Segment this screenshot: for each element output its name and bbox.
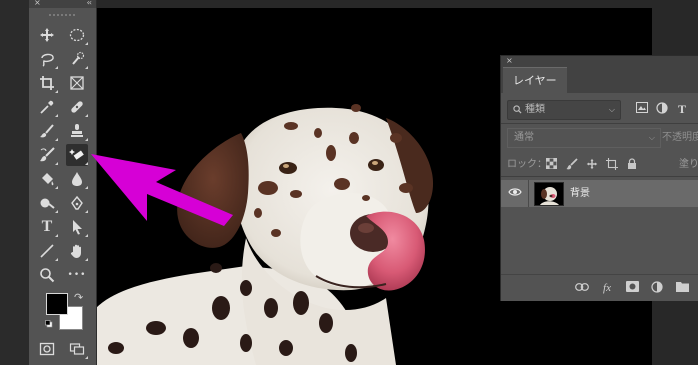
eyedropper-tool[interactable] xyxy=(36,96,58,118)
hand-tool[interactable] xyxy=(66,240,88,262)
default-colors-icon[interactable] xyxy=(45,320,53,328)
blend-mode-row: 通常 ⌵ 不透明度 xyxy=(501,128,698,150)
folder-icon[interactable] xyxy=(675,281,689,295)
quick-mask-button[interactable] xyxy=(36,338,58,360)
brush-tool[interactable] xyxy=(36,120,58,142)
type-icon: T xyxy=(41,218,53,235)
adjustment-filter-icon[interactable] xyxy=(655,102,669,116)
blend-mode-select[interactable]: 通常 ⌵ xyxy=(507,128,661,148)
blur-icon xyxy=(72,172,82,186)
marquee-ellipse-icon xyxy=(69,28,85,42)
link-icon[interactable] xyxy=(575,281,589,295)
layer-filter-select[interactable]: 種類 ⌵ xyxy=(507,100,621,120)
collapse-icon[interactable]: ‹‹ xyxy=(87,0,93,7)
lasso-icon xyxy=(41,53,54,67)
layers-panel: × レイヤー 種類 ⌵ T 通常 ⌵ 不透明度 ロック： 塗り 背景 fx xyxy=(500,55,698,301)
layer-thumbnail xyxy=(534,182,564,206)
crop-icon xyxy=(40,76,54,90)
layers-panel-header: × xyxy=(501,56,698,65)
layer-filter-value: 種類 xyxy=(525,104,545,115)
line-icon xyxy=(40,244,54,258)
frame-icon xyxy=(70,76,84,90)
layer-name: 背景 xyxy=(570,188,590,199)
lock-position-icon[interactable] xyxy=(585,158,599,172)
screen-mode-icon xyxy=(69,343,85,355)
history-brush-icon xyxy=(40,147,55,162)
foreground-color-swatch[interactable] xyxy=(46,293,68,315)
blend-mode-value: 通常 xyxy=(514,132,534,143)
history-brush-tool[interactable] xyxy=(36,144,58,166)
healing-brush-tool[interactable] xyxy=(66,96,88,118)
lock-transparency-icon[interactable] xyxy=(544,157,558,172)
quick-selection-icon xyxy=(72,51,85,65)
image-filter-icon[interactable] xyxy=(635,102,649,116)
type-tool[interactable]: T xyxy=(36,216,58,238)
zoom-icon xyxy=(40,268,55,283)
more-tools-button[interactable]: ••• xyxy=(66,264,88,286)
path-selection-icon xyxy=(73,220,82,235)
opacity-label: 不透明度 xyxy=(662,132,698,143)
eyedropper-icon xyxy=(40,100,54,114)
lock-label: ロック： xyxy=(507,159,547,170)
swap-colors-icon[interactable]: ↷ xyxy=(74,291,83,304)
lock-all-icon[interactable] xyxy=(625,158,639,172)
move-tool[interactable] xyxy=(36,24,58,46)
layers-panel-footer: fx xyxy=(501,274,698,301)
type-filter-icon[interactable]: T xyxy=(675,102,689,116)
screen-mode-button[interactable] xyxy=(66,338,88,360)
line-tool[interactable] xyxy=(36,240,58,262)
healing-brush-icon xyxy=(71,101,83,113)
search-icon xyxy=(513,101,522,121)
hand-icon xyxy=(70,244,81,258)
crop-tool[interactable] xyxy=(36,72,58,94)
chevron-down-icon: ⌵ xyxy=(608,105,615,114)
clone-stamp-tool[interactable] xyxy=(66,120,88,142)
tab-layers[interactable]: レイヤー xyxy=(503,67,567,94)
magic-eraser-tool[interactable] xyxy=(66,144,88,166)
pen-icon xyxy=(71,195,83,210)
quick-selection-tool[interactable] xyxy=(66,48,88,70)
adjustment-layer-icon[interactable] xyxy=(650,281,664,295)
fill-label: 塗り xyxy=(679,159,698,170)
layers-panel-tabbar: レイヤー xyxy=(501,65,698,94)
eye-icon[interactable] xyxy=(507,186,523,200)
quick-mask-icon xyxy=(39,342,55,356)
frame-tool[interactable] xyxy=(66,72,88,94)
dodge-icon xyxy=(40,198,55,209)
more-tools-icon: ••• xyxy=(67,270,87,280)
blur-tool[interactable] xyxy=(66,168,88,190)
lock-pixels-icon[interactable] xyxy=(565,158,579,172)
brush-icon xyxy=(40,124,54,138)
lock-artboard-icon[interactable] xyxy=(605,158,619,172)
lasso-tool[interactable] xyxy=(36,48,58,70)
layer-row-background[interactable]: 背景 xyxy=(501,180,698,207)
elliptical-marquee-tool[interactable] xyxy=(66,24,88,46)
paint-bucket-tool[interactable] xyxy=(36,168,58,190)
magic-eraser-icon xyxy=(69,149,84,160)
close-icon[interactable]: × xyxy=(506,56,513,65)
dodge-tool[interactable] xyxy=(36,192,58,214)
path-selection-tool[interactable] xyxy=(66,216,88,238)
mask-icon[interactable] xyxy=(625,281,639,295)
pen-tool[interactable] xyxy=(66,192,88,214)
zoom-tool[interactable] xyxy=(36,264,58,286)
tools-panel-grip[interactable] xyxy=(35,10,90,20)
move-icon xyxy=(40,28,54,42)
fx-icon[interactable]: fx xyxy=(600,281,614,295)
layer-filter-row: 種類 ⌵ T xyxy=(501,100,698,122)
tools-panel-header: × ‹‹ xyxy=(29,0,96,8)
clone-stamp-icon xyxy=(71,124,83,137)
tools-panel: × ‹‹ T ••• ↷ xyxy=(29,0,97,365)
close-icon[interactable]: × xyxy=(34,0,41,7)
paint-bucket-icon xyxy=(42,173,54,186)
chevron-down-icon: ⌵ xyxy=(648,133,655,142)
lock-row: ロック： 塗り xyxy=(501,155,698,175)
